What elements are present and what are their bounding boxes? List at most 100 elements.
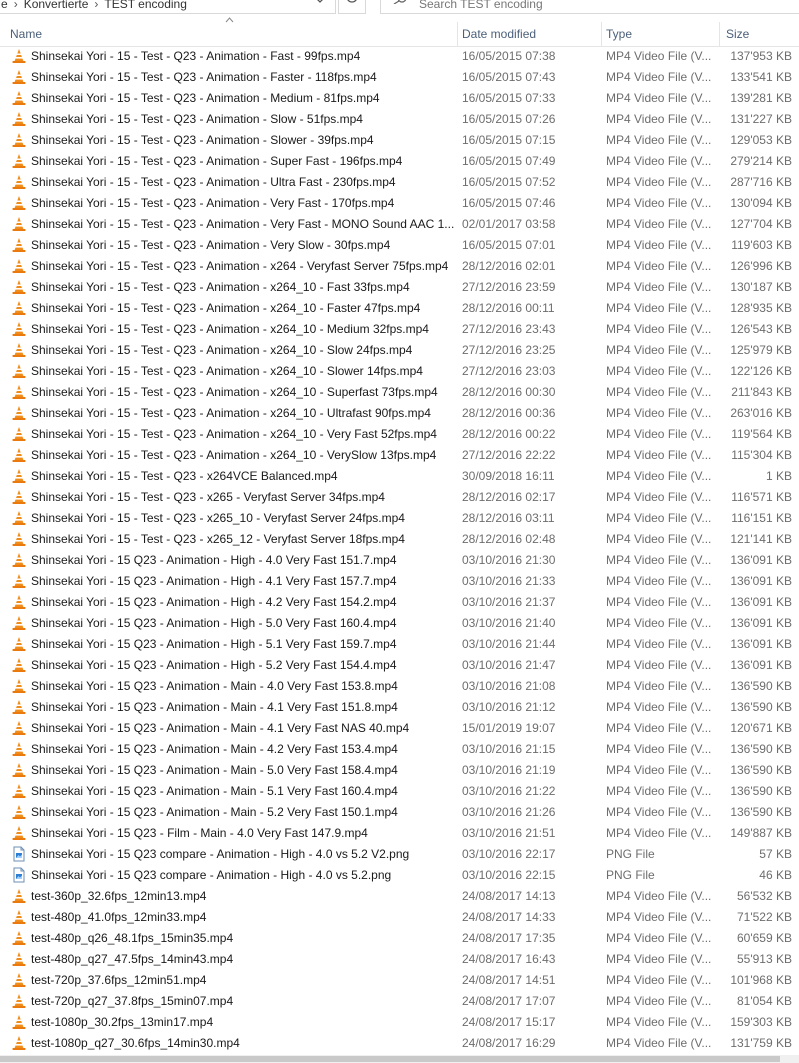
file-row[interactable]: Shinsekai Yori - 15 - Test - Q23 - Anima… — [0, 298, 799, 319]
file-row[interactable]: Shinsekai Yori - 15 - Test - Q23 - Anima… — [0, 214, 799, 235]
file-size: 128'935 KB — [730, 301, 792, 315]
file-date: 28/12/2016 00:30 — [462, 385, 556, 399]
file-row[interactable]: Shinsekai Yori - 15 - Test - Q23 - Anima… — [0, 277, 799, 298]
chevron-down-icon[interactable] — [313, 0, 327, 5]
file-name: test-1080p_30.2fps_13min17.mp4 — [31, 1015, 214, 1029]
file-row[interactable]: Shinsekai Yori - 15 Q23 - Animation - Ma… — [0, 739, 799, 760]
breadcrumb-item[interactable]: Konvertierte — [24, 0, 89, 11]
file-row[interactable]: test-480p_q27_47.5fps_14min43.mp4 24/08/2… — [0, 949, 799, 970]
file-row[interactable]: Shinsekai Yori - 15 Q23 compare - Animat… — [0, 844, 799, 865]
address-bar[interactable]: e › Konvertierte › TEST encoding — [0, 0, 336, 14]
file-name: Shinsekai Yori - 15 - Test - Q23 - Anima… — [31, 196, 395, 210]
search-box[interactable]: Search TEST encoding — [380, 0, 799, 14]
file-row[interactable]: Shinsekai Yori - 15 - Test - Q23 - x265_… — [0, 508, 799, 529]
vlc-cone-icon — [11, 426, 27, 442]
file-date: 16/05/2015 07:33 — [462, 91, 556, 105]
file-name: Shinsekai Yori - 15 - Test - Q23 - x264V… — [31, 469, 338, 483]
column-header-label: Type — [606, 27, 633, 41]
file-row[interactable]: Shinsekai Yori - 15 - Test - Q23 - Anima… — [0, 256, 799, 277]
file-row[interactable]: test-720p_q27_37.8fps_15min07.mp4 24/08/2… — [0, 991, 799, 1012]
vlc-cone-icon — [11, 930, 27, 946]
file-row[interactable]: Shinsekai Yori - 15 Q23 - Animation - Hi… — [0, 592, 799, 613]
file-row[interactable]: Shinsekai Yori - 15 - Test - Q23 - Anima… — [0, 151, 799, 172]
file-row[interactable]: Shinsekai Yori - 15 Q23 - Animation - Hi… — [0, 634, 799, 655]
file-row[interactable]: test-720p_37.6fps_12min51.mp4 24/08/2017 … — [0, 970, 799, 991]
file-row[interactable]: test-480p_41.0fps_12min33.mp4 24/08/2017 … — [0, 907, 799, 928]
column-divider[interactable] — [719, 22, 720, 46]
vlc-cone-icon — [11, 90, 27, 106]
file-row[interactable]: Shinsekai Yori - 15 - Test - Q23 - x264V… — [0, 466, 799, 487]
file-row[interactable]: Shinsekai Yori - 15 - Test - Q23 - Anima… — [0, 67, 799, 88]
column-header-date[interactable]: Date modified — [460, 22, 602, 46]
file-row[interactable]: Shinsekai Yori - 15 Q23 - Animation - Ma… — [0, 802, 799, 823]
file-row[interactable]: Shinsekai Yori - 15 - Test - Q23 - Anima… — [0, 109, 799, 130]
file-row[interactable]: Shinsekai Yori - 15 Q23 - Animation - Hi… — [0, 655, 799, 676]
column-header-label: Date modified — [462, 27, 537, 41]
file-name: Shinsekai Yori - 15 - Test - Q23 - Anima… — [31, 322, 429, 336]
file-row[interactable]: Shinsekai Yori - 15 Q23 - Animation - Hi… — [0, 613, 799, 634]
file-row[interactable]: Shinsekai Yori - 15 - Test - Q23 - Anima… — [0, 319, 799, 340]
file-row[interactable]: Shinsekai Yori - 15 Q23 - Animation - Ma… — [0, 760, 799, 781]
file-date: 03/10/2016 21:37 — [462, 595, 556, 609]
file-row[interactable]: test-480p_q26_48.1fps_15min35.mp4 24/08/2… — [0, 928, 799, 949]
vlc-cone-icon — [11, 741, 27, 757]
file-date: 24/08/2017 14:13 — [462, 889, 556, 903]
file-row[interactable]: Shinsekai Yori - 15 - Test - Q23 - Anima… — [0, 361, 799, 382]
vlc-cone-icon — [11, 909, 27, 925]
file-row[interactable]: Shinsekai Yori - 15 - Test - Q23 - Anima… — [0, 235, 799, 256]
file-row[interactable]: Shinsekai Yori - 15 Q23 - Animation - Ma… — [0, 697, 799, 718]
vlc-cone-icon — [11, 216, 27, 232]
breadcrumb-item[interactable]: e — [1, 0, 8, 11]
file-row[interactable]: Shinsekai Yori - 15 - Test - Q23 - Anima… — [0, 172, 799, 193]
file-date: 03/10/2016 21:22 — [462, 784, 556, 798]
file-row[interactable]: Shinsekai Yori - 15 Q23 - Animation - Ma… — [0, 781, 799, 802]
file-row[interactable]: Shinsekai Yori - 15 Q23 - Film - Main - … — [0, 823, 799, 844]
file-name: Shinsekai Yori - 15 - Test - Q23 - Anima… — [31, 385, 438, 399]
file-row[interactable]: Shinsekai Yori - 15 - Test - Q23 - x265 … — [0, 487, 799, 508]
file-date: 28/12/2016 02:17 — [462, 490, 556, 504]
column-divider[interactable] — [601, 22, 602, 46]
column-header-name[interactable]: Name — [8, 22, 458, 46]
file-row[interactable]: Shinsekai Yori - 15 - Test - Q23 - Anima… — [0, 46, 799, 67]
vlc-cone-icon — [11, 804, 27, 820]
vlc-cone-icon — [11, 468, 27, 484]
file-size: 57 KB — [759, 847, 792, 861]
column-header-type[interactable]: Type — [604, 22, 720, 46]
file-row[interactable]: Shinsekai Yori - 15 Q23 - Animation - Hi… — [0, 550, 799, 571]
file-size: 136'590 KB — [730, 700, 792, 714]
file-row[interactable]: Shinsekai Yori - 15 - Test - Q23 - Anima… — [0, 445, 799, 466]
file-date: 24/08/2017 17:07 — [462, 994, 556, 1008]
file-row[interactable]: Shinsekai Yori - 15 Q23 - Animation - Ma… — [0, 718, 799, 739]
file-name: test-1080p_q27_30.6fps_14min30.mp4 — [31, 1036, 240, 1050]
file-name: Shinsekai Yori - 15 Q23 - Animation - Hi… — [31, 658, 397, 672]
file-row[interactable]: Shinsekai Yori - 15 - Test - Q23 - Anima… — [0, 424, 799, 445]
file-name: test-720p_37.6fps_12min51.mp4 — [31, 973, 207, 987]
file-size: 130'187 KB — [730, 280, 792, 294]
refresh-button[interactable] — [338, 0, 366, 14]
vlc-cone-icon — [11, 363, 27, 379]
file-row[interactable]: Shinsekai Yori - 15 - Test - Q23 - Anima… — [0, 130, 799, 151]
file-row[interactable]: test-1080p_30.2fps_13min17.mp4 24/08/2017… — [0, 1012, 799, 1033]
file-date: 24/08/2017 16:29 — [462, 1036, 556, 1050]
file-row[interactable]: Shinsekai Yori - 15 - Test - Q23 - x265_… — [0, 529, 799, 550]
column-header-row: Name Date modified Type Size — [0, 17, 799, 47]
breadcrumb-item[interactable]: TEST encoding — [104, 0, 187, 11]
vlc-cone-icon — [11, 258, 27, 274]
file-row[interactable]: Shinsekai Yori - 15 - Test - Q23 - Anima… — [0, 88, 799, 109]
file-date: 03/10/2016 21:26 — [462, 805, 556, 819]
file-row[interactable]: Shinsekai Yori - 15 Q23 - Animation - Hi… — [0, 571, 799, 592]
file-row[interactable]: Shinsekai Yori - 15 - Test - Q23 - Anima… — [0, 403, 799, 424]
file-row[interactable]: Shinsekai Yori - 15 Q23 - Animation - Ma… — [0, 676, 799, 697]
column-header-size[interactable]: Size — [724, 22, 799, 46]
file-row[interactable]: test-360p_32.6fps_12min13.mp4 24/08/2017 … — [0, 886, 799, 907]
file-row[interactable]: Shinsekai Yori - 15 Q23 compare - Animat… — [0, 865, 799, 886]
file-row[interactable]: Shinsekai Yori - 15 - Test - Q23 - Anima… — [0, 382, 799, 403]
horizontal-scrollbar[interactable] — [0, 1055, 799, 1063]
file-size: 136'091 KB — [730, 553, 792, 567]
vlc-cone-icon — [11, 594, 27, 610]
scrollbar-thumb[interactable] — [0, 1056, 780, 1062]
file-row[interactable]: test-1080p_q27_30.6fps_14min30.mp4 24/08/… — [0, 1033, 799, 1054]
file-row[interactable]: Shinsekai Yori - 15 - Test - Q23 - Anima… — [0, 193, 799, 214]
file-row[interactable]: Shinsekai Yori - 15 - Test - Q23 - Anima… — [0, 340, 799, 361]
column-divider[interactable] — [457, 22, 458, 46]
